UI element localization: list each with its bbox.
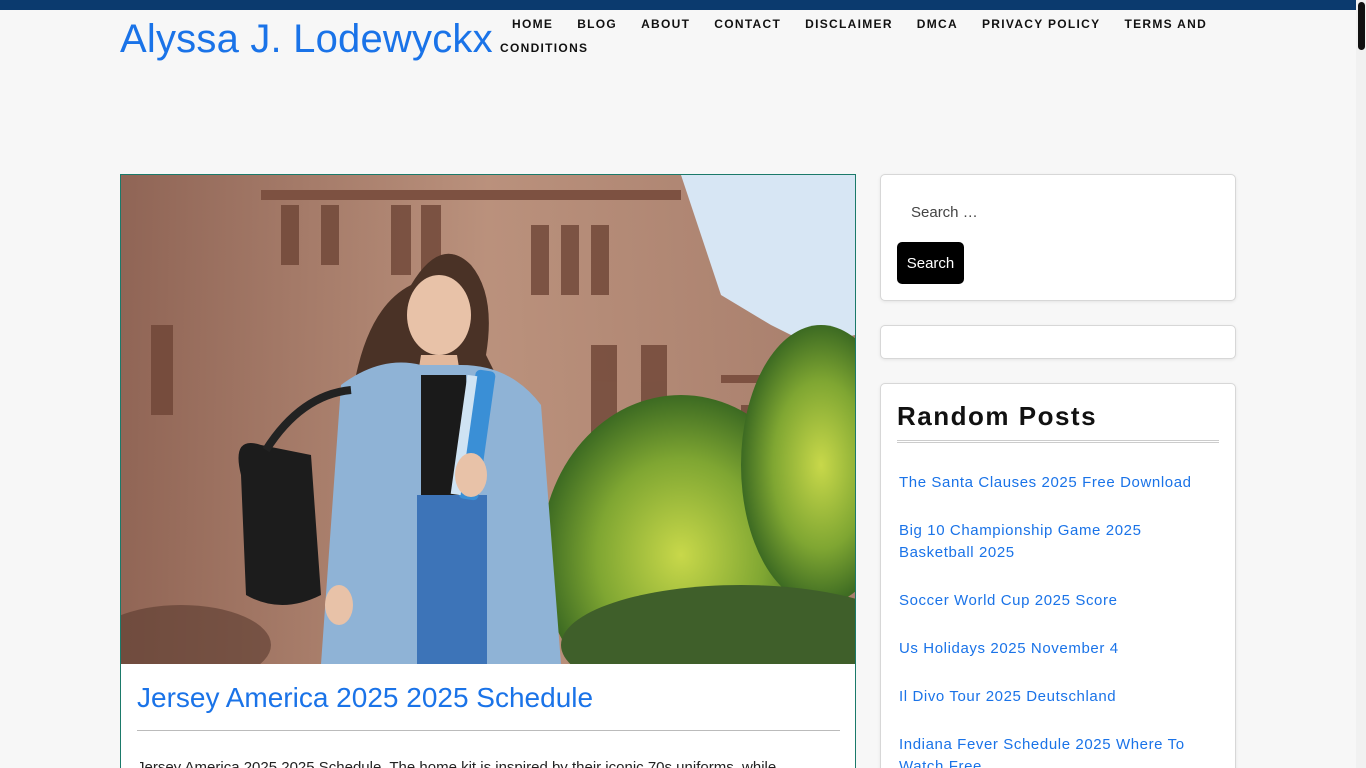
random-post-link[interactable]: The Santa Clauses 2025 Free Download — [899, 474, 1192, 491]
post-card: Jersey America 2025 2025 Schedule Jersey… — [120, 174, 856, 768]
list-item: Indiana Fever Schedule 2025 Where To Wat… — [899, 734, 1219, 768]
search-widget: Search — [880, 174, 1236, 301]
nav-privacy-policy[interactable]: Privacy Policy — [982, 17, 1100, 31]
post-excerpt: Jersey America 2025 2025 Schedule. The h… — [137, 759, 777, 768]
nav-about[interactable]: About — [641, 17, 690, 31]
random-post-link[interactable]: Us Holidays 2025 November 4 — [899, 640, 1119, 657]
random-post-link[interactable]: Soccer World Cup 2025 Score — [899, 592, 1118, 609]
empty-widget — [880, 325, 1236, 359]
list-item: Soccer World Cup 2025 Score — [899, 590, 1219, 612]
random-post-link[interactable]: Indiana Fever Schedule 2025 Where To Wat… — [899, 736, 1185, 768]
nav-blog[interactable]: Blog — [577, 17, 617, 31]
site-title[interactable]: Alyssa J. Lodewyckx — [120, 16, 493, 62]
scrollbar-thumb[interactable] — [1358, 2, 1365, 50]
nav-contact[interactable]: Contact — [714, 17, 781, 31]
list-item: Big 10 Championship Game 2025 Basketball… — [899, 520, 1219, 564]
random-posts-title: Random Posts — [897, 401, 1098, 431]
student-photo-icon — [121, 175, 855, 664]
random-post-link[interactable]: Il Divo Tour 2025 Deutschland — [899, 688, 1116, 705]
search-button[interactable]: Search — [897, 242, 964, 284]
post-divider — [137, 730, 840, 731]
search-input[interactable] — [897, 195, 1217, 229]
top-accent-bar — [0, 0, 1356, 10]
nav-home[interactable]: Home — [512, 17, 553, 31]
nav-disclaimer[interactable]: Disclaimer — [805, 17, 893, 31]
list-item: Il Divo Tour 2025 Deutschland — [899, 686, 1219, 708]
nav-terms-and-conditions[interactable]: Terms and — [1124, 17, 1207, 31]
random-post-link[interactable]: Big 10 Championship Game 2025 Basketball… — [899, 522, 1142, 561]
list-item: Us Holidays 2025 November 4 — [899, 638, 1219, 660]
random-posts-list: The Santa Clauses 2025 Free Download Big… — [899, 472, 1219, 768]
main-nav: Home Blog About Contact Disclaimer DMCA Privac… — [500, 12, 1240, 60]
list-item: The Santa Clauses 2025 Free Download — [899, 472, 1219, 494]
post-featured-image[interactable] — [121, 175, 855, 664]
post-title[interactable]: Jersey America 2025 2025 Schedule — [137, 680, 593, 716]
nav-terms-and-conditions-line2[interactable]: Conditions — [500, 41, 588, 55]
page-scrollbar[interactable] — [1356, 0, 1366, 768]
random-posts-widget: Random Posts The Santa Clauses 2025 Free… — [880, 383, 1236, 768]
nav-dmca[interactable]: DMCA — [917, 17, 958, 31]
random-posts-divider — [897, 440, 1219, 443]
